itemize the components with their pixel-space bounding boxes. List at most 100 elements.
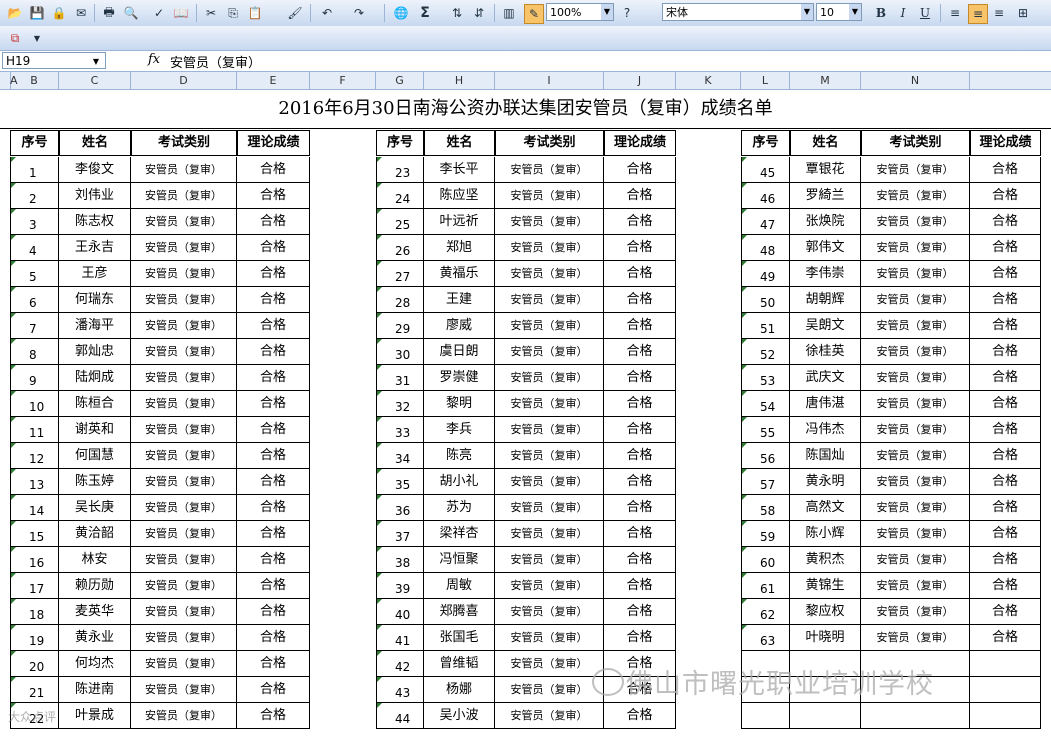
row-result[interactable]: 合格: [604, 261, 676, 287]
row-category[interactable]: 安管员（复审）: [861, 391, 970, 417]
column-header-c[interactable]: C: [59, 72, 131, 89]
row-number[interactable]: 62: [741, 599, 790, 625]
sort-ascending-icon[interactable]: ⇅: [448, 4, 466, 22]
row-name[interactable]: 陈进南: [59, 677, 131, 703]
row-number[interactable]: 43: [376, 677, 424, 703]
row-result[interactable]: 合格: [970, 521, 1041, 547]
row-number[interactable]: 8: [10, 339, 59, 365]
row-name[interactable]: 黄永明: [790, 469, 861, 495]
row-result[interactable]: 合格: [970, 625, 1041, 651]
row-name[interactable]: 叶晓明: [790, 625, 861, 651]
row-result[interactable]: 合格: [970, 183, 1041, 209]
row-number[interactable]: 26: [376, 235, 424, 261]
row-number[interactable]: 6: [10, 287, 59, 313]
row-category[interactable]: 安管员（复审）: [131, 651, 237, 677]
spelling-icon[interactable]: ✓: [150, 4, 168, 22]
row-result[interactable]: 合格: [237, 703, 310, 729]
row-number[interactable]: 57: [741, 469, 790, 495]
row-name[interactable]: 陈桓合: [59, 391, 131, 417]
header-score[interactable]: 理论成绩: [237, 130, 310, 156]
row-name[interactable]: 吴朗文: [790, 313, 861, 339]
row-category[interactable]: 安管员（复审）: [131, 209, 237, 235]
row-result[interactable]: 合格: [970, 573, 1041, 599]
header-name[interactable]: 姓名: [790, 130, 861, 156]
row-name[interactable]: 吴长庚: [59, 495, 131, 521]
row-name[interactable]: 曾维韬: [424, 651, 495, 677]
row-category[interactable]: 安管员（复审）: [495, 443, 604, 469]
row-category[interactable]: 安管员（复审）: [861, 183, 970, 209]
row-category[interactable]: 安管员（复审）: [495, 547, 604, 573]
row-category[interactable]: 安管员（复审）: [131, 521, 237, 547]
print-preview-icon[interactable]: 🔍: [122, 4, 140, 22]
header-category[interactable]: 考试类别: [131, 130, 237, 156]
empty-cell[interactable]: [970, 703, 1041, 729]
column-header-f[interactable]: F: [310, 72, 376, 89]
align-right-icon[interactable]: ≡: [990, 4, 1008, 22]
row-result[interactable]: 合格: [604, 443, 676, 469]
row-result[interactable]: 合格: [604, 417, 676, 443]
row-number[interactable]: 39: [376, 573, 424, 599]
row-number[interactable]: 61: [741, 573, 790, 599]
row-result[interactable]: 合格: [970, 365, 1041, 391]
column-header-m[interactable]: M: [790, 72, 861, 89]
row-category[interactable]: 安管员（复审）: [861, 235, 970, 261]
row-name[interactable]: 王永吉: [59, 235, 131, 261]
row-name[interactable]: 何国慧: [59, 443, 131, 469]
row-result[interactable]: 合格: [970, 157, 1041, 183]
row-result[interactable]: 合格: [970, 391, 1041, 417]
row-category[interactable]: 安管员（复审）: [495, 651, 604, 677]
row-category[interactable]: 安管员（复审）: [131, 391, 237, 417]
row-name[interactable]: 郭伟文: [790, 235, 861, 261]
redo-icon[interactable]: ↷: [350, 4, 368, 22]
row-name[interactable]: 李长平: [424, 157, 495, 183]
align-left-icon[interactable]: ≡: [946, 4, 964, 22]
row-category[interactable]: 安管员（复审）: [131, 157, 237, 183]
row-number[interactable]: 7: [10, 313, 59, 339]
cut-icon[interactable]: ✂: [202, 4, 220, 22]
empty-cell[interactable]: [741, 703, 790, 729]
row-number[interactable]: 23: [376, 157, 424, 183]
row-category[interactable]: 安管员（复审）: [131, 547, 237, 573]
merge-center-icon[interactable]: ⊞: [1014, 4, 1032, 22]
row-name[interactable]: 刘伟业: [59, 183, 131, 209]
row-name[interactable]: 虞日朗: [424, 339, 495, 365]
row-name[interactable]: 黄福乐: [424, 261, 495, 287]
row-name[interactable]: 郭灿忠: [59, 339, 131, 365]
row-result[interactable]: 合格: [970, 443, 1041, 469]
italic-button[interactable]: I: [894, 4, 912, 22]
row-category[interactable]: 安管员（复审）: [861, 599, 970, 625]
row-number[interactable]: 49: [741, 261, 790, 287]
row-name[interactable]: 覃银花: [790, 157, 861, 183]
row-category[interactable]: 安管员（复审）: [495, 677, 604, 703]
row-number[interactable]: 12: [10, 443, 59, 469]
row-name[interactable]: 胡朝辉: [790, 287, 861, 313]
row-number[interactable]: 54: [741, 391, 790, 417]
row-result[interactable]: 合格: [604, 391, 676, 417]
row-number[interactable]: 42: [376, 651, 424, 677]
font-size-select[interactable]: 10 ▼: [816, 3, 862, 21]
row-result[interactable]: 合格: [604, 157, 676, 183]
row-result[interactable]: 合格: [237, 261, 310, 287]
row-result[interactable]: 合格: [970, 261, 1041, 287]
row-name[interactable]: 陈志权: [59, 209, 131, 235]
row-category[interactable]: 安管员（复审）: [495, 391, 604, 417]
row-name[interactable]: 叶景成: [59, 703, 131, 729]
row-category[interactable]: 安管员（复审）: [861, 417, 970, 443]
row-category[interactable]: 安管员（复审）: [131, 599, 237, 625]
row-category[interactable]: 安管员（复审）: [495, 365, 604, 391]
copy-icon[interactable]: ⎘: [224, 4, 242, 22]
align-center-icon[interactable]: ≡: [968, 4, 988, 24]
row-result[interactable]: 合格: [604, 313, 676, 339]
row-category[interactable]: 安管员（复审）: [131, 469, 237, 495]
row-name[interactable]: 张国毛: [424, 625, 495, 651]
font-name-select[interactable]: 宋体 ▼: [662, 3, 814, 21]
row-name[interactable]: 罗崇健: [424, 365, 495, 391]
row-number[interactable]: 18: [10, 599, 59, 625]
row-number[interactable]: 4: [10, 235, 59, 261]
row-result[interactable]: 合格: [237, 391, 310, 417]
row-number[interactable]: 29: [376, 313, 424, 339]
row-result[interactable]: 合格: [604, 703, 676, 729]
row-name[interactable]: 潘海平: [59, 313, 131, 339]
row-category[interactable]: 安管员（复审）: [861, 443, 970, 469]
row-category[interactable]: 安管员（复审）: [495, 495, 604, 521]
